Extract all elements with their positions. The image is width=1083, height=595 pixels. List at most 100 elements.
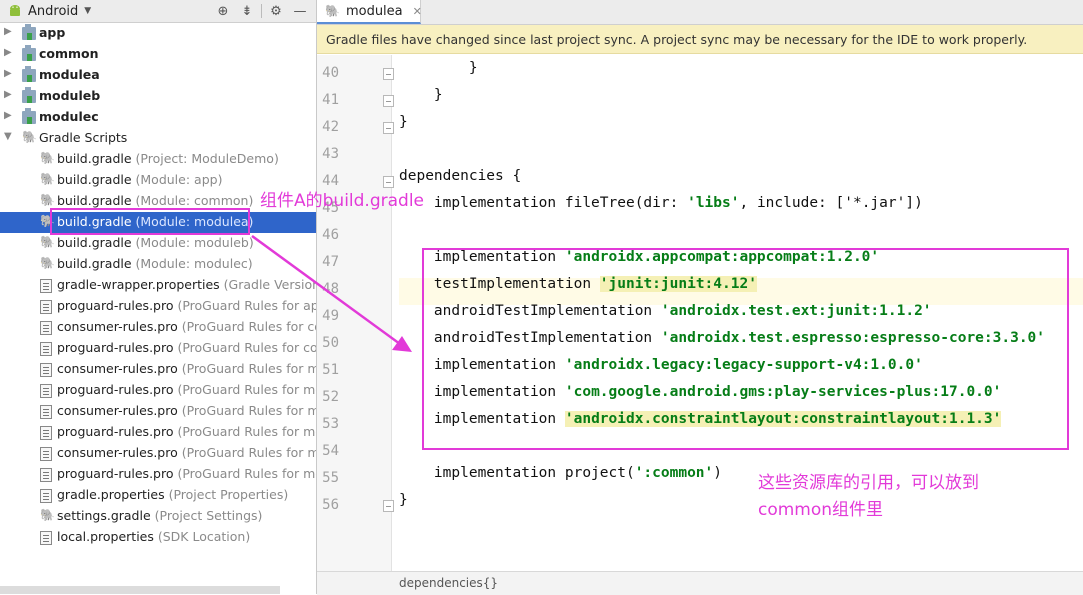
tree-item[interactable]: ▶ app (0, 23, 316, 44)
tree-item[interactable]: proguard-rules.pro (ProGuard Rules for a… (0, 296, 316, 317)
tree-item-label: build.gradle (57, 172, 132, 187)
tree-item[interactable]: consumer-rules.pro (ProGuard Rules for m… (0, 443, 316, 464)
tree-item[interactable]: consumer-rules.pro (ProGuard Rules for c… (0, 317, 316, 338)
collapse-icon[interactable]: ⇟ (235, 4, 259, 19)
gradle-icon: 🐘 (40, 193, 55, 207)
tree-item-hint: (Gradle Version) (219, 277, 316, 292)
module-folder-icon (22, 108, 36, 124)
file-icon (40, 321, 52, 335)
tree-item[interactable]: proguard-rules.pro (ProGuard Rules for m… (0, 380, 316, 401)
breadcrumb[interactable]: dependencies{} (399, 572, 498, 595)
minimize-icon[interactable]: — (288, 4, 312, 19)
line-number: 56 (322, 497, 339, 513)
module-folder-icon (22, 24, 36, 40)
tree-item[interactable]: proguard-rules.pro (ProGuard Rules for m… (0, 464, 316, 485)
gradle-icon: 🐘 (40, 508, 55, 522)
tree-item[interactable]: consumer-rules.pro (ProGuard Rules for m… (0, 359, 316, 380)
tree-item-text: build.gradle (Module: app) (57, 172, 222, 187)
tree-item[interactable]: gradle-wrapper.properties (Gradle Versio… (0, 275, 316, 296)
tree-item-text: consumer-rules.pro (ProGuard Rules for m… (57, 445, 316, 460)
code-line: implementation project(':common') (399, 460, 722, 487)
tree-item[interactable]: proguard-rules.pro (ProGuard Rules for m… (0, 422, 316, 443)
line-number: 51 (322, 362, 339, 378)
fold-icon[interactable] (383, 122, 394, 134)
tree-item-label: consumer-rules.pro (57, 319, 178, 334)
file-icon (40, 468, 52, 482)
chevron-right-icon[interactable]: ▶ (4, 89, 12, 100)
tree-item-hint: (ProGuard Rules for com (173, 340, 316, 355)
tree-item-text: local.properties (SDK Location) (57, 529, 250, 544)
tree-item-label: proguard-rules.pro (57, 424, 174, 439)
tree-item-text: settings.gradle (Project Settings) (57, 508, 262, 523)
tab-modulea[interactable]: 🐘 modulea ✕ (317, 0, 422, 24)
tree-item[interactable]: ▶ modulea (0, 65, 316, 86)
code-line: } (399, 109, 408, 136)
code-token: } (399, 114, 408, 130)
tree-item[interactable]: ▼ 🐘 Gradle Scripts (0, 128, 316, 149)
line-number: 42 (322, 119, 339, 135)
code-token: } (399, 492, 408, 508)
line-number: 47 (322, 254, 339, 270)
android-icon (10, 5, 20, 16)
chevron-right-icon[interactable]: ▶ (4, 110, 12, 121)
editor-tabbar: 🐘 modulea ✕ (317, 0, 1083, 25)
tree-item-label: consumer-rules.pro (57, 445, 178, 460)
tree-item[interactable]: 🐘 build.gradle (Project: ModuleDemo) (0, 149, 316, 170)
tree-item-hint: (ProGuard Rules for mo (177, 445, 316, 460)
file-icon (40, 405, 52, 419)
tree-item[interactable]: ▶ modulec (0, 107, 316, 128)
tree-item[interactable]: 🐘 build.gradle (Module: modulec) (0, 254, 316, 275)
project-panel: Android ▼ ⊕ ⇟ ⚙ — ▶ app ▶ common ▶ modulea ▶ mo… (0, 0, 317, 594)
tree-item-text: proguard-rules.pro (ProGuard Rules for m… (57, 466, 316, 481)
tree-item[interactable]: proguard-rules.pro (ProGuard Rules for c… (0, 338, 316, 359)
tree-item-label: proguard-rules.pro (57, 466, 174, 481)
tree-item-label: settings.gradle (57, 508, 151, 523)
chevron-right-icon[interactable]: ▶ (4, 68, 12, 79)
code-token: } (399, 87, 443, 103)
chevron-right-icon[interactable]: ▶ (4, 26, 12, 37)
close-icon[interactable]: ✕ (413, 5, 422, 18)
tree-item[interactable]: 🐘 build.gradle (Module: moduleb) (0, 233, 316, 254)
gear-icon[interactable]: ⚙ (264, 4, 288, 19)
file-icon (40, 489, 52, 503)
string-literal: ':common' (634, 465, 714, 481)
chevron-down-icon[interactable]: ▼ (4, 131, 12, 142)
tree-item[interactable]: ▶ common (0, 44, 316, 65)
tree-item-label: build.gradle (57, 151, 132, 166)
tree-item[interactable]: local.properties (SDK Location) (0, 527, 316, 548)
tree-item[interactable]: ▶ moduleb (0, 86, 316, 107)
target-icon[interactable]: ⊕ (211, 4, 235, 19)
tree-item[interactable]: 🐘 settings.gradle (Project Settings) (0, 506, 316, 527)
tree-item-text: proguard-rules.pro (ProGuard Rules for m… (57, 424, 316, 439)
gradle-icon: 🐘 (40, 151, 55, 165)
view-selector[interactable]: Android ▼ (8, 2, 91, 20)
tree-item-label: gradle.properties (57, 487, 165, 502)
toolbar-divider (261, 4, 262, 18)
code-line: } (399, 82, 443, 109)
horizontal-scrollbar[interactable] (0, 586, 280, 594)
code-token: implementation project( (399, 465, 635, 481)
tree-item-hint: (ProGuard Rules for com (181, 319, 316, 334)
file-icon (40, 426, 52, 440)
tree-item-hint: (ProGuard Rules for mo (173, 466, 316, 481)
tree-item-text: gradle.properties (Project Properties) (57, 487, 288, 502)
tree-item-label: consumer-rules.pro (57, 361, 178, 376)
fold-icon[interactable] (383, 95, 394, 107)
module-folder-icon (22, 45, 36, 61)
file-icon (40, 531, 52, 545)
tree-item-text: build.gradle (Module: modulec) (57, 256, 253, 271)
selected-item-note: 组件A的build.gradle (260, 191, 425, 211)
tree-item[interactable]: consumer-rules.pro (ProGuard Rules for m… (0, 401, 316, 422)
fold-icon[interactable] (383, 68, 394, 80)
tree-item-label: build.gradle (57, 235, 132, 250)
fold-icon[interactable] (383, 500, 394, 512)
tree-item-text: gradle-wrapper.properties (Gradle Versio… (57, 277, 316, 292)
file-icon (40, 342, 52, 356)
code-token: implementation fileTree(dir: (399, 195, 688, 211)
line-number: 48 (322, 281, 339, 297)
code-token: ) (713, 465, 723, 481)
tree-item[interactable]: gradle.properties (Project Properties) (0, 485, 316, 506)
chevron-right-icon[interactable]: ▶ (4, 47, 12, 58)
tree-item-hint: (ProGuard Rules for mo (173, 424, 316, 439)
tree-item-text: app (39, 25, 65, 40)
